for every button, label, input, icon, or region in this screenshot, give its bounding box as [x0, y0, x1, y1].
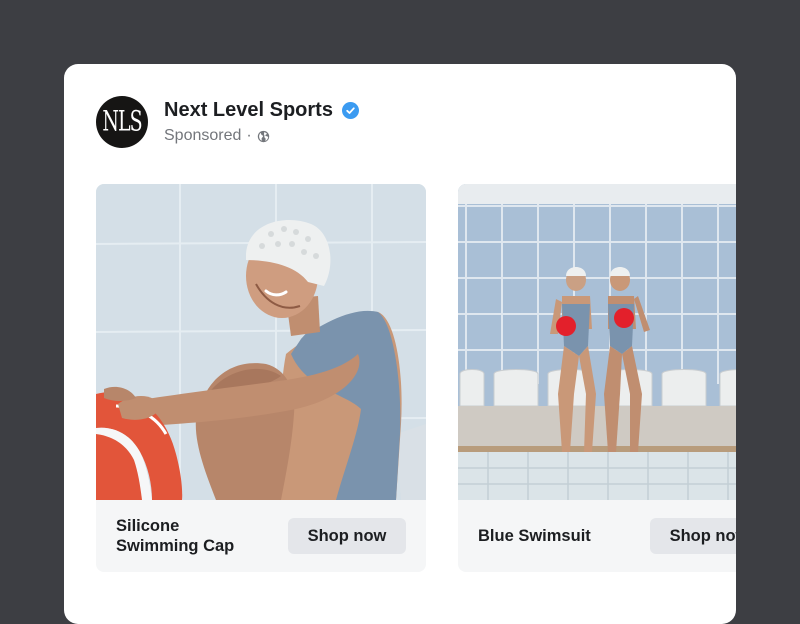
avatar-logo-text: NLS [102, 106, 142, 138]
product-image[interactable] [458, 184, 736, 500]
carousel-item[interactable]: Silicone Swimming Cap Shop now [96, 184, 426, 572]
globe-icon [257, 130, 269, 142]
product-carousel[interactable]: Silicone Swimming Cap Shop now Blue Swim… [96, 184, 736, 574]
meta-separator: · [246, 127, 252, 144]
verified-badge-icon [341, 102, 359, 119]
page-avatar[interactable]: NLS [96, 96, 148, 148]
shop-now-button[interactable]: Shop now [288, 518, 406, 554]
page-name[interactable]: Next Level Sports [164, 99, 333, 122]
shop-now-button[interactable]: Shop now [650, 518, 736, 554]
carousel-item[interactable]: Blue Swimsuit Shop now [458, 184, 736, 572]
page-name-row: Next Level Sports [164, 99, 359, 122]
product-title[interactable]: Silicone Swimming Cap [116, 500, 276, 572]
post-meta: Sponsored · [164, 127, 270, 145]
sponsored-label[interactable]: Sponsored [164, 127, 241, 145]
product-title[interactable]: Blue Swimsuit [478, 500, 638, 572]
sponsored-post-card: NLS Next Level Sports Sponsored · Silico… [64, 64, 736, 624]
item-footer: Blue Swimsuit Shop now [458, 500, 736, 572]
product-image[interactable] [96, 184, 426, 500]
item-footer: Silicone Swimming Cap Shop now [96, 500, 426, 572]
